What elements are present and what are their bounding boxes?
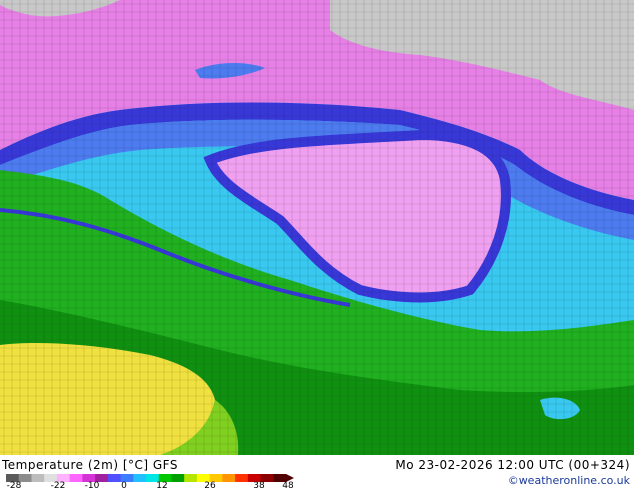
color-scale-swatch <box>184 474 198 482</box>
color-scale-swatch <box>222 474 236 482</box>
color-scale-swatch <box>107 474 122 482</box>
color-scale-swatch <box>235 474 249 482</box>
map-grid-overlay <box>0 0 634 455</box>
map-title: Temperature (2m) [°C] GFS <box>2 458 178 472</box>
color-scale-swatch <box>133 474 147 482</box>
map-footer: Temperature (2m) [°C] GFS Mo 23-02-2026 … <box>0 455 634 491</box>
color-scale-swatch <box>31 474 45 482</box>
site-credit[interactable]: ©weatheronline.co.uk <box>508 474 630 487</box>
color-scale-swatch <box>171 474 185 482</box>
temperature-map <box>0 0 634 455</box>
color-scale-swatch <box>69 474 83 482</box>
forecast-datetime: Mo 23-02-2026 12:00 UTC (00+324) <box>395 458 630 472</box>
